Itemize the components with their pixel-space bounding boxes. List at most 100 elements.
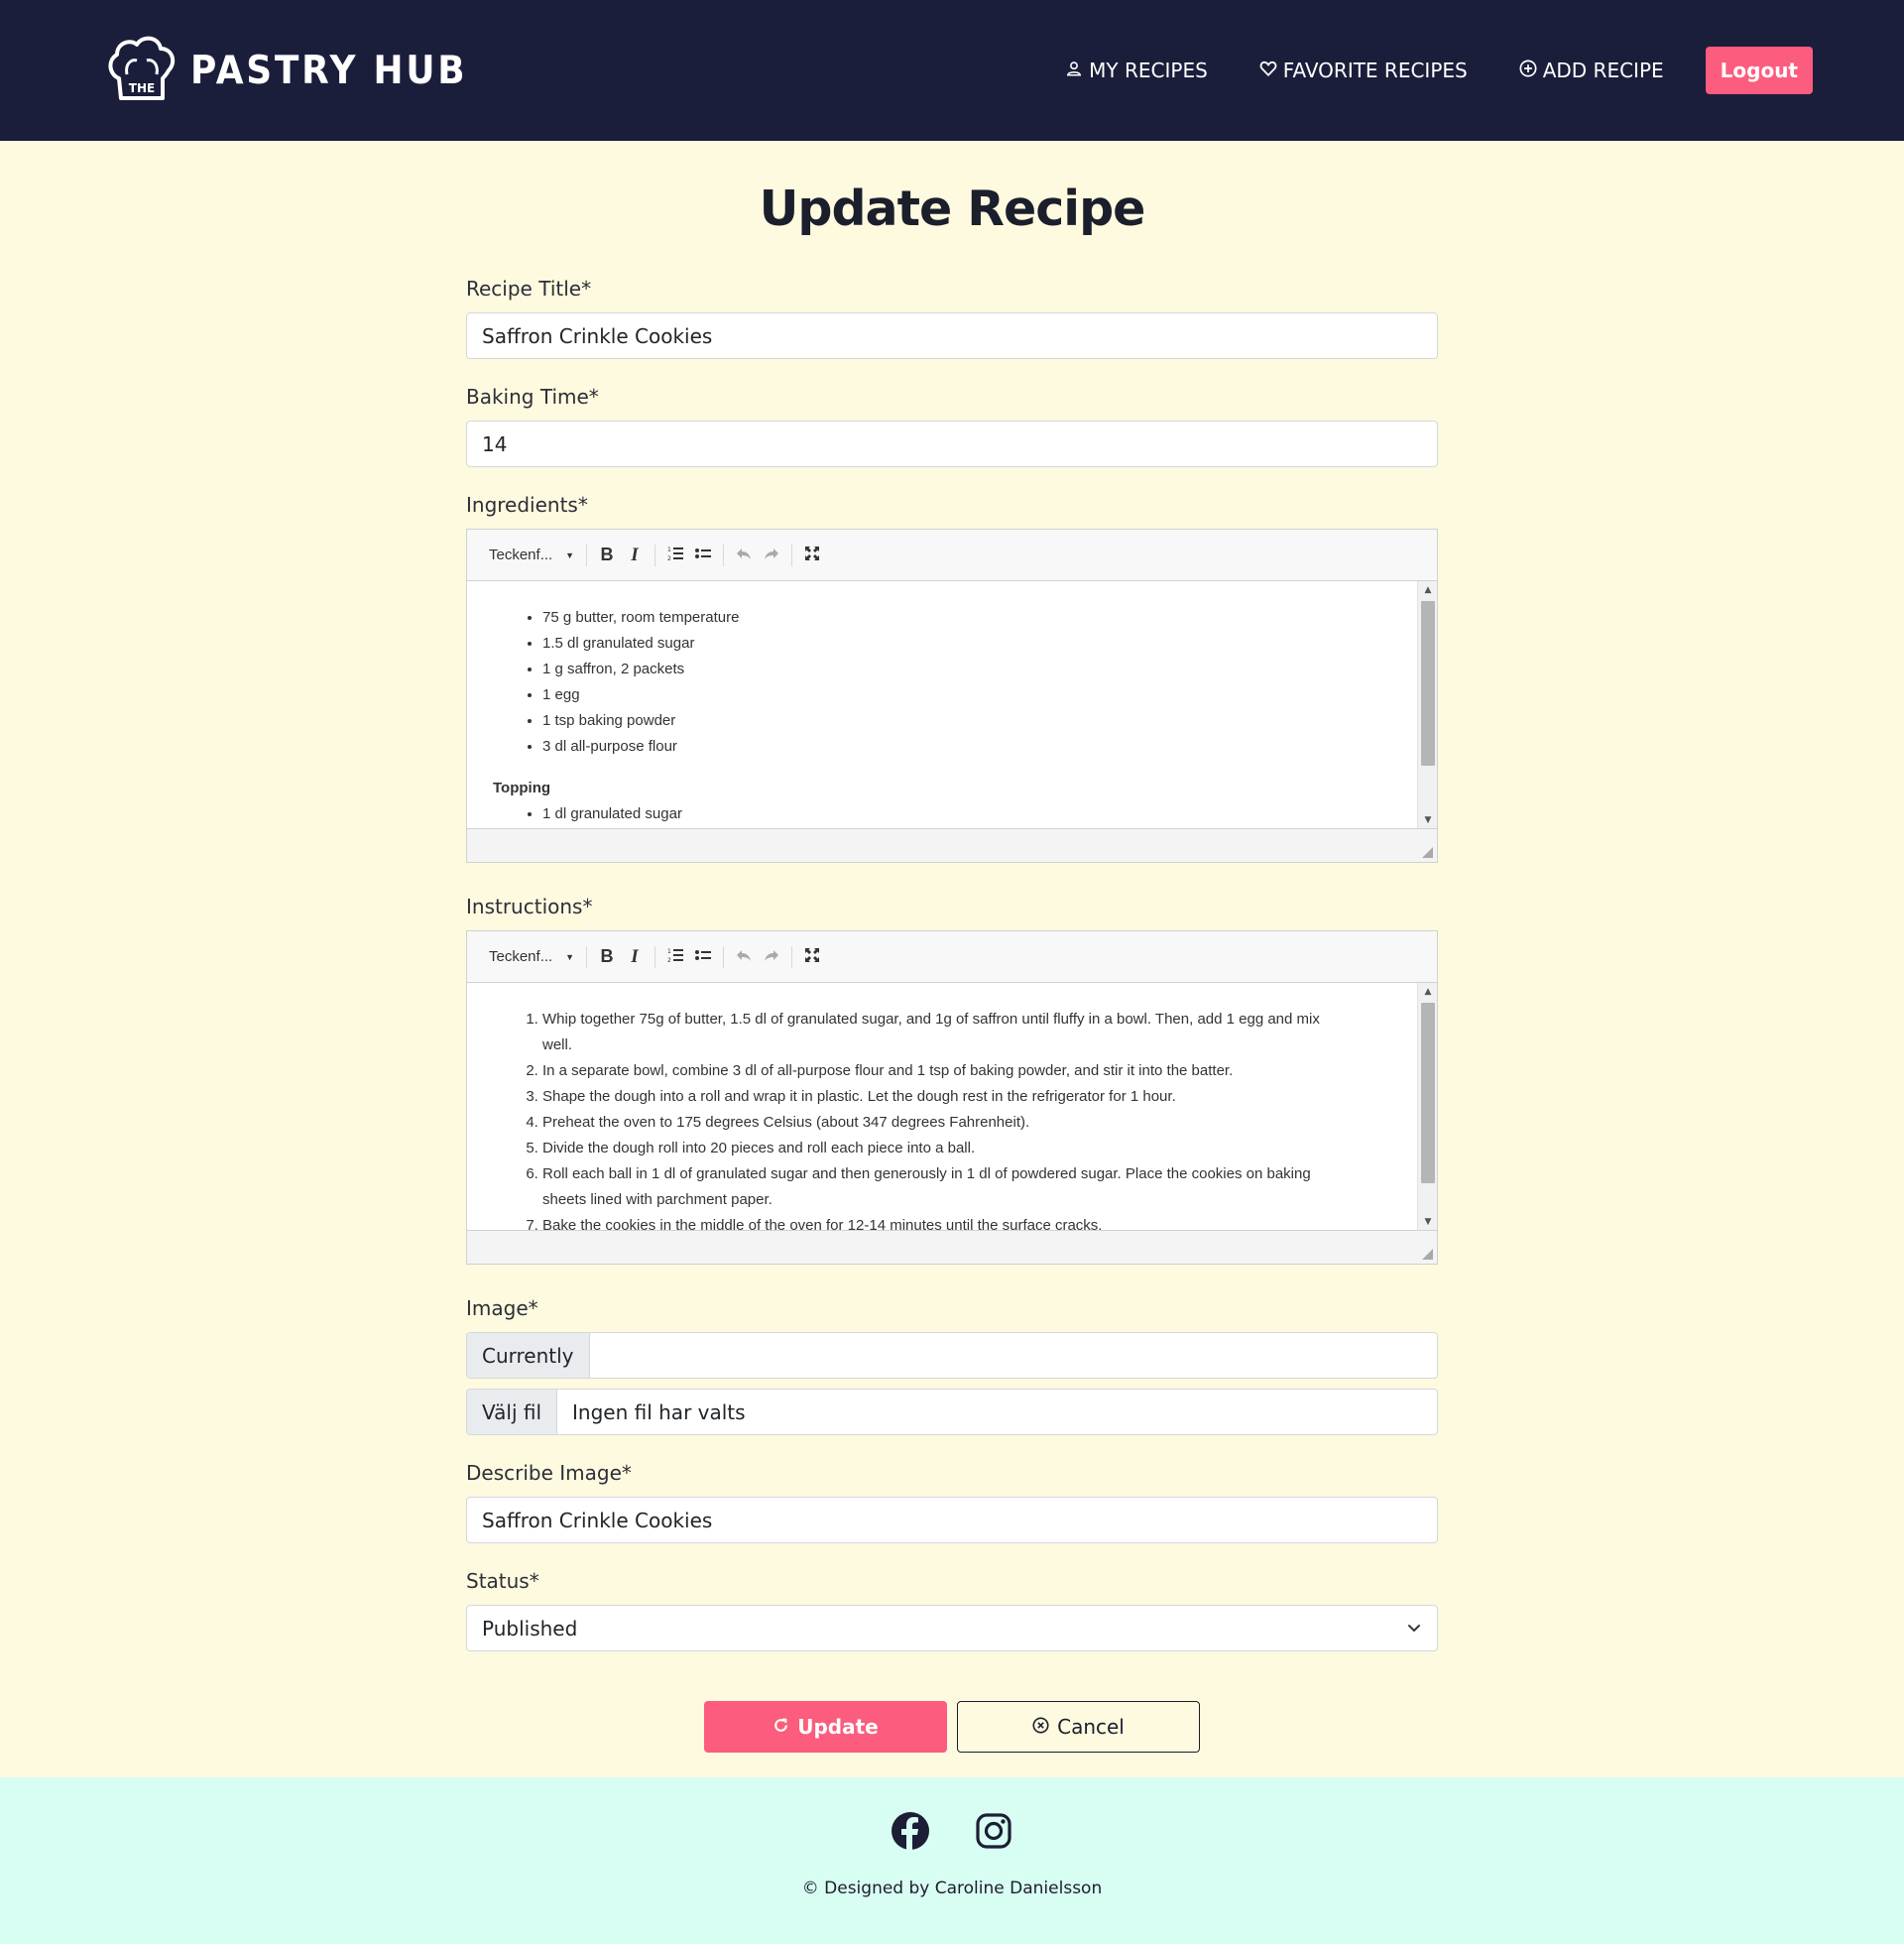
update-button[interactable]: Update xyxy=(704,1701,947,1753)
navbar: THE PASTRY HUB MY RECIPES FAVORITE RECIP… xyxy=(0,0,1904,141)
bullet-list-button[interactable] xyxy=(689,943,717,971)
list-item: 1 tsp baking powder xyxy=(542,708,1328,734)
file-input[interactable]: Välj fil Ingen fil har valts xyxy=(466,1389,1438,1435)
nav-my-recipes[interactable]: MY RECIPES xyxy=(1065,59,1208,82)
scroll-down-arrow-icon[interactable]: ▼ xyxy=(1418,1213,1437,1230)
font-dropdown-label: Teckenf... xyxy=(489,547,553,563)
italic-button[interactable]: I xyxy=(621,943,649,971)
instructions-scroll-thumb[interactable] xyxy=(1421,1003,1435,1183)
scroll-down-arrow-icon[interactable]: ▼ xyxy=(1418,811,1437,828)
fullscreen-button[interactable] xyxy=(798,943,826,971)
baking-time-label: Baking Time* xyxy=(466,385,599,409)
editor-statusbar xyxy=(467,829,1437,862)
list-item: Shape the dough into a roll and wrap it … xyxy=(542,1084,1328,1110)
toolbar-divider xyxy=(723,544,724,566)
toolbar-divider xyxy=(791,945,792,968)
redo-icon xyxy=(763,545,780,566)
ingredients-content: 75 g butter, room temperature1.5 dl gran… xyxy=(467,581,1437,827)
instructions-list: Whip together 75g of butter, 1.5 dl of g… xyxy=(493,1007,1328,1230)
ingredients-list: 75 g butter, room temperature1.5 dl gran… xyxy=(493,605,1328,760)
toolbar-divider xyxy=(654,945,655,968)
status-selected-value: Published xyxy=(482,1616,578,1640)
toolbar-divider xyxy=(586,544,587,566)
plus-circle-icon xyxy=(1519,59,1537,82)
currently-label: Currently xyxy=(467,1333,590,1378)
recipe-title-field: Recipe Title* Saffron Crinkle Cookies xyxy=(466,277,1438,359)
undo-button[interactable] xyxy=(730,943,758,971)
topping-heading: Topping xyxy=(493,780,551,796)
describe-image-input[interactable]: Saffron Crinkle Cookies xyxy=(466,1497,1438,1543)
bullet-list-icon xyxy=(694,545,712,566)
current-image-value[interactable] xyxy=(590,1333,1437,1378)
font-dropdown[interactable]: Teckenf... ▼ xyxy=(489,948,580,965)
bold-button[interactable]: B xyxy=(593,943,621,971)
facebook-icon[interactable] xyxy=(891,1811,930,1851)
font-dropdown-label: Teckenf... xyxy=(489,948,553,965)
numbered-list-button[interactable]: 12 xyxy=(661,943,689,971)
instagram-icon[interactable] xyxy=(974,1811,1013,1851)
status-label: Status* xyxy=(466,1569,539,1593)
copyright-text: © Designed by Caroline Danielsson xyxy=(801,1879,1103,1898)
toolbar-divider xyxy=(654,544,655,566)
undo-button[interactable] xyxy=(730,542,758,569)
cancel-button-label: Cancel xyxy=(1057,1715,1125,1739)
brand-name: PASTRY HUB xyxy=(190,48,468,93)
nav-add-recipe[interactable]: ADD RECIPE xyxy=(1519,59,1664,82)
font-dropdown[interactable]: Teckenf... ▼ xyxy=(489,547,580,563)
instructions-editor: Teckenf... ▼ B I 12 Whip together 75g of… xyxy=(466,930,1438,1265)
logout-button[interactable]: Logout xyxy=(1705,47,1813,94)
ingredients-field: Ingredients* Teckenf... ▼ B I 12 • 75 g … xyxy=(466,493,1438,863)
italic-button[interactable]: I xyxy=(621,542,649,569)
update-button-label: Update xyxy=(797,1715,879,1739)
list-item: 1 g saffron, 2 packets xyxy=(542,657,1328,682)
fullscreen-button[interactable] xyxy=(798,542,826,569)
recipe-title-input[interactable]: Saffron Crinkle Cookies xyxy=(466,312,1438,359)
page-title: Update Recipe xyxy=(759,181,1146,237)
user-icon xyxy=(1065,59,1083,82)
numbered-list-icon: 12 xyxy=(666,545,684,566)
redo-button[interactable] xyxy=(758,542,785,569)
list-item: In a separate bowl, combine 3 dl of all-… xyxy=(542,1058,1328,1084)
scroll-up-arrow-icon[interactable]: ▲ xyxy=(1418,581,1437,599)
cancel-button[interactable]: Cancel xyxy=(957,1701,1200,1753)
social-links xyxy=(0,1811,1904,1851)
redo-icon xyxy=(763,946,780,968)
list-item: Bake the cookies in the middle of the ov… xyxy=(542,1213,1328,1230)
image-label: Image* xyxy=(466,1296,538,1320)
bold-icon: B xyxy=(600,545,614,564)
list-item: Preheat the oven to 175 degrees Celsius … xyxy=(542,1110,1328,1136)
bullet-list-button[interactable] xyxy=(689,542,717,569)
status-select[interactable]: Published xyxy=(466,1605,1438,1651)
italic-icon: I xyxy=(631,945,639,967)
bullet-list-icon xyxy=(694,946,712,968)
instructions-editor-body[interactable]: Whip together 75g of butter, 1.5 dl of g… xyxy=(467,983,1437,1231)
ingredients-scrollbar[interactable]: ▲ ▼ xyxy=(1417,581,1437,828)
numbered-list-icon: 12 xyxy=(666,946,684,968)
chevron-down-icon xyxy=(1406,1617,1422,1640)
brand-logo[interactable]: THE PASTRY HUB xyxy=(105,35,492,106)
svg-text:2: 2 xyxy=(667,555,671,562)
describe-image-field: Describe Image* Saffron Crinkle Cookies xyxy=(466,1461,1438,1543)
editor-statusbar xyxy=(467,1231,1437,1264)
list-item: Whip together 75g of butter, 1.5 dl of g… xyxy=(542,1007,1328,1058)
scroll-up-arrow-icon[interactable]: ▲ xyxy=(1418,983,1437,1001)
image-field: Image* Currently Välj fil Ingen fil har … xyxy=(466,1296,1438,1435)
choose-file-button[interactable]: Välj fil xyxy=(467,1390,558,1434)
list-item: 1 dl granulated sugar xyxy=(542,801,1328,827)
numbered-list-button[interactable]: 12 xyxy=(661,542,689,569)
italic-icon: I xyxy=(631,544,639,565)
refresh-icon xyxy=(773,1715,789,1739)
baking-time-field: Baking Time* 14 xyxy=(466,385,1438,467)
editor-toolbar: Teckenf... ▼ B I 12 xyxy=(467,530,1437,581)
ingredients-editor-body[interactable]: 75 g butter, room temperature1.5 dl gran… xyxy=(467,581,1437,829)
bold-button[interactable]: B xyxy=(593,542,621,569)
instructions-scrollbar[interactable]: ▲ ▼ xyxy=(1417,983,1437,1230)
baking-time-input[interactable]: 14 xyxy=(466,421,1438,467)
redo-button[interactable] xyxy=(758,943,785,971)
current-image-group: Currently xyxy=(466,1332,1438,1379)
nav-favorite-recipes[interactable]: FAVORITE RECIPES xyxy=(1259,59,1468,82)
ingredients-scroll-thumb[interactable] xyxy=(1421,601,1435,766)
list-item: 3 dl all-purpose flour xyxy=(542,734,1328,760)
topping-list: 1 dl granulated sugar xyxy=(493,801,1328,827)
main-nav: MY RECIPES FAVORITE RECIPES ADD RECIPE L… xyxy=(1013,47,1813,94)
